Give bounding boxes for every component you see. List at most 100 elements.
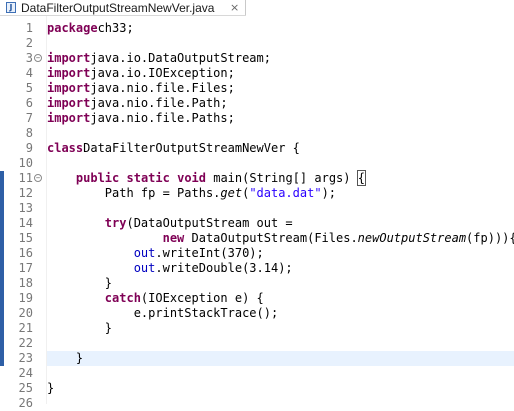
- code-text: Path fp = Paths.get("data.dat");: [47, 186, 336, 201]
- code-token: .writeInt(370);: [155, 246, 264, 260]
- code-token: (IOException e) {: [140, 291, 264, 305]
- code-text: try(DataOutputStream out =: [47, 216, 293, 231]
- code-token: DataFilterOutputStreamNewVer {: [83, 141, 300, 155]
- code-text: }: [47, 276, 112, 291]
- code-line[interactable]: 24: [0, 366, 514, 381]
- code-line[interactable]: 13: [0, 201, 514, 216]
- line-number: 15: [18, 231, 33, 245]
- code-token: );: [321, 186, 337, 200]
- code-token: out: [133, 246, 156, 260]
- code-token: e.printStackTrace();: [47, 306, 279, 320]
- line-number: 11: [18, 171, 33, 185]
- code-line[interactable]: 6 importjava.nio.file.Path;: [0, 96, 514, 111]
- code-token: .writeDouble(3.14);: [155, 261, 293, 275]
- code-token: DataOutputStream(Files.: [184, 231, 358, 245]
- code-text: new DataOutputStream(Files.newOutputStre…: [47, 231, 514, 246]
- line-number: 23: [18, 351, 33, 365]
- code-line[interactable]: 17 out.writeDouble(3.14);: [0, 261, 514, 276]
- code-token: }: [47, 321, 113, 335]
- code-text: }: [47, 351, 83, 366]
- code-line[interactable]: 2: [0, 36, 514, 51]
- keyword-token: try: [104, 216, 127, 230]
- code-token: (DataOutputStream out =: [126, 216, 293, 230]
- code-line[interactable]: 20 e.printStackTrace();: [0, 306, 514, 321]
- code-line[interactable]: 12 Path fp = Paths.get("data.dat");: [0, 186, 514, 201]
- code-text: importjava.nio.file.Files;: [47, 81, 235, 96]
- keyword-token: public: [75, 171, 120, 185]
- keyword-token: package: [47, 21, 98, 35]
- line-number: 4: [25, 66, 33, 80]
- line-number: 18: [18, 276, 33, 290]
- code-token: }: [47, 351, 84, 365]
- keyword-token: import: [47, 111, 91, 125]
- code-line[interactable]: 15 new DataOutputStream(Files.newOutputS…: [0, 231, 514, 246]
- code-line[interactable]: 7 importjava.nio.file.Paths;: [0, 111, 514, 126]
- code-token: java.nio.file.Path;: [90, 96, 228, 110]
- code-token: (fp))){: [466, 231, 514, 245]
- code-text: e.printStackTrace();: [47, 306, 279, 321]
- line-number: 3: [25, 51, 33, 65]
- code-line[interactable]: 25}: [0, 381, 514, 396]
- line-number: 22: [18, 336, 33, 350]
- code-line[interactable]: 9 classDataFilterOutputStreamNewVer {: [0, 141, 514, 156]
- line-number: 24: [18, 366, 33, 380]
- line-number: 13: [18, 201, 33, 215]
- code-line[interactable]: 22: [0, 336, 514, 351]
- code-token: java.nio.file.Paths;: [90, 111, 235, 125]
- code-line[interactable]: 21 }: [0, 321, 514, 336]
- fold-toggle-icon[interactable]: −: [34, 174, 42, 182]
- code-line[interactable]: 8: [0, 126, 514, 141]
- code-text: out.writeInt(370);: [47, 246, 264, 261]
- line-number: 21: [18, 321, 33, 335]
- code-text: importjava.nio.file.Paths;: [47, 111, 235, 126]
- code-line[interactable]: 3− importjava.io.DataOutputStream;: [0, 51, 514, 66]
- line-number: 7: [25, 111, 33, 125]
- code-line[interactable]: 16 out.writeInt(370);: [0, 246, 514, 261]
- code-line[interactable]: 19 catch(IOException e) {: [0, 291, 514, 306]
- code-text: }: [47, 321, 112, 336]
- line-number: 10: [18, 156, 33, 170]
- code-token: java.io.IOException;: [90, 66, 235, 80]
- code-text: }: [47, 381, 54, 396]
- code-token: java.nio.file.Files;: [90, 81, 235, 95]
- line-number: 14: [18, 216, 33, 230]
- tab-java-file[interactable]: J DataFilterOutputStreamNewVer.java ×: [0, 0, 246, 16]
- code-line[interactable]: 1 packagech33;: [0, 21, 514, 36]
- code-line[interactable]: 5 importjava.nio.file.Files;: [0, 81, 514, 96]
- code-text: importjava.nio.file.Path;: [47, 96, 228, 111]
- code-token: }: [47, 276, 113, 290]
- line-number: 12: [18, 186, 33, 200]
- code-text: importjava.io.IOException;: [47, 66, 235, 81]
- line-number: 9: [25, 141, 33, 155]
- code-line[interactable]: 11− public static void main(String[] arg…: [0, 170, 514, 186]
- code-token: java.io.DataOutputStream;: [90, 51, 271, 65]
- code-token: ch33;: [97, 21, 134, 35]
- code-editor[interactable]: 1 packagech33; 2 3− importjava.io.DataOutput…: [0, 16, 514, 410]
- code-line[interactable]: 10: [0, 156, 514, 171]
- line-number: 5: [25, 81, 33, 95]
- fold-toggle-icon[interactable]: −: [34, 54, 42, 62]
- line-number: 2: [25, 36, 33, 50]
- java-file-icon: J: [6, 2, 16, 13]
- string-token: "data.dat": [249, 186, 322, 200]
- code-line[interactable]: 14 try(DataOutputStream out =: [0, 216, 514, 231]
- line-number: 17: [18, 261, 33, 275]
- close-icon[interactable]: ×: [230, 1, 239, 14]
- line-number: 20: [18, 306, 33, 320]
- line-number: 16: [18, 246, 33, 260]
- code-line[interactable]: 23 }: [0, 351, 514, 366]
- code-token: }: [47, 381, 55, 395]
- code-line[interactable]: 18 }: [0, 276, 514, 291]
- code-line[interactable]: 4 importjava.io.IOException;: [0, 66, 514, 81]
- line-number: 8: [25, 126, 33, 140]
- keyword-token: import: [47, 66, 91, 80]
- keyword-token: catch: [104, 291, 141, 305]
- code-token: get: [220, 186, 243, 200]
